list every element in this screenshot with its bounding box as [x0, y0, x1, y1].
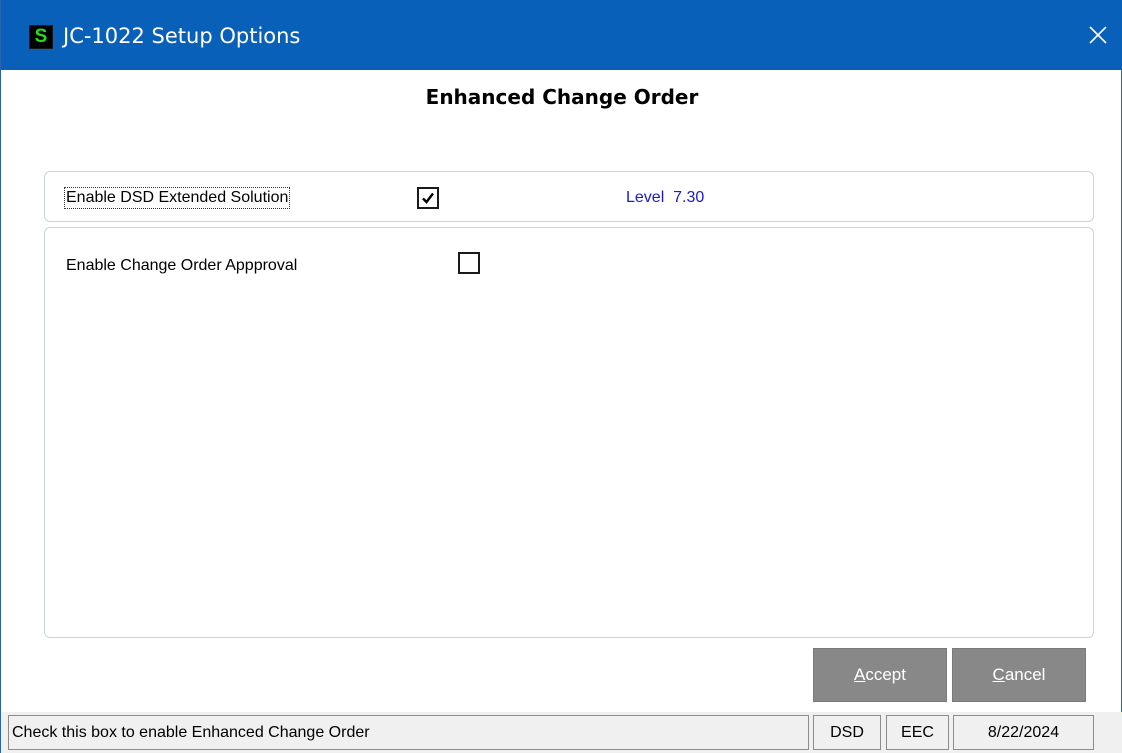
extended-solution-checkbox[interactable]	[417, 187, 439, 209]
checkmark-icon	[422, 192, 434, 204]
status-message: Check this box to enable Enhanced Change…	[8, 715, 809, 750]
app-icon-letter: S	[34, 26, 48, 47]
accept-hotkey: A	[854, 665, 866, 684]
cancel-hotkey: C	[992, 665, 1005, 684]
level-label: Level 7.30	[626, 189, 705, 206]
window-title: JC-1022 Setup Options	[63, 24, 301, 48]
change-order-approval-checkbox[interactable]	[458, 252, 480, 274]
title-bar[interactable]: S JC-1022 Setup Options	[1, 0, 1122, 70]
accept-button[interactable]: Accept	[813, 648, 947, 702]
extended-solution-label[interactable]: Enable DSD Extended Solution	[63, 187, 291, 209]
status-date: 8/22/2024	[953, 715, 1094, 750]
close-button[interactable]	[1073, 0, 1122, 70]
setup-options-window: S JC-1022 Setup Options Enhanced Change …	[0, 0, 1122, 753]
status-module: EEC	[886, 715, 949, 750]
form-heading: Enhanced Change Order	[425, 85, 699, 109]
options-panel: Enable Change Order Appproval	[44, 227, 1094, 638]
status-company: DSD	[813, 715, 881, 750]
cancel-button[interactable]: Cancel	[952, 648, 1086, 702]
cancel-label-rest: ancel	[1004, 665, 1046, 684]
extended-solution-panel: Enable DSD Extended Solution Level 7.30	[44, 171, 1094, 222]
accept-label-rest: ccept	[865, 665, 906, 684]
close-icon	[1089, 26, 1107, 44]
change-order-approval-label: Enable Change Order Appproval	[66, 257, 298, 274]
status-bar: Check this box to enable Enhanced Change…	[1, 712, 1122, 753]
app-icon: S	[29, 25, 53, 49]
